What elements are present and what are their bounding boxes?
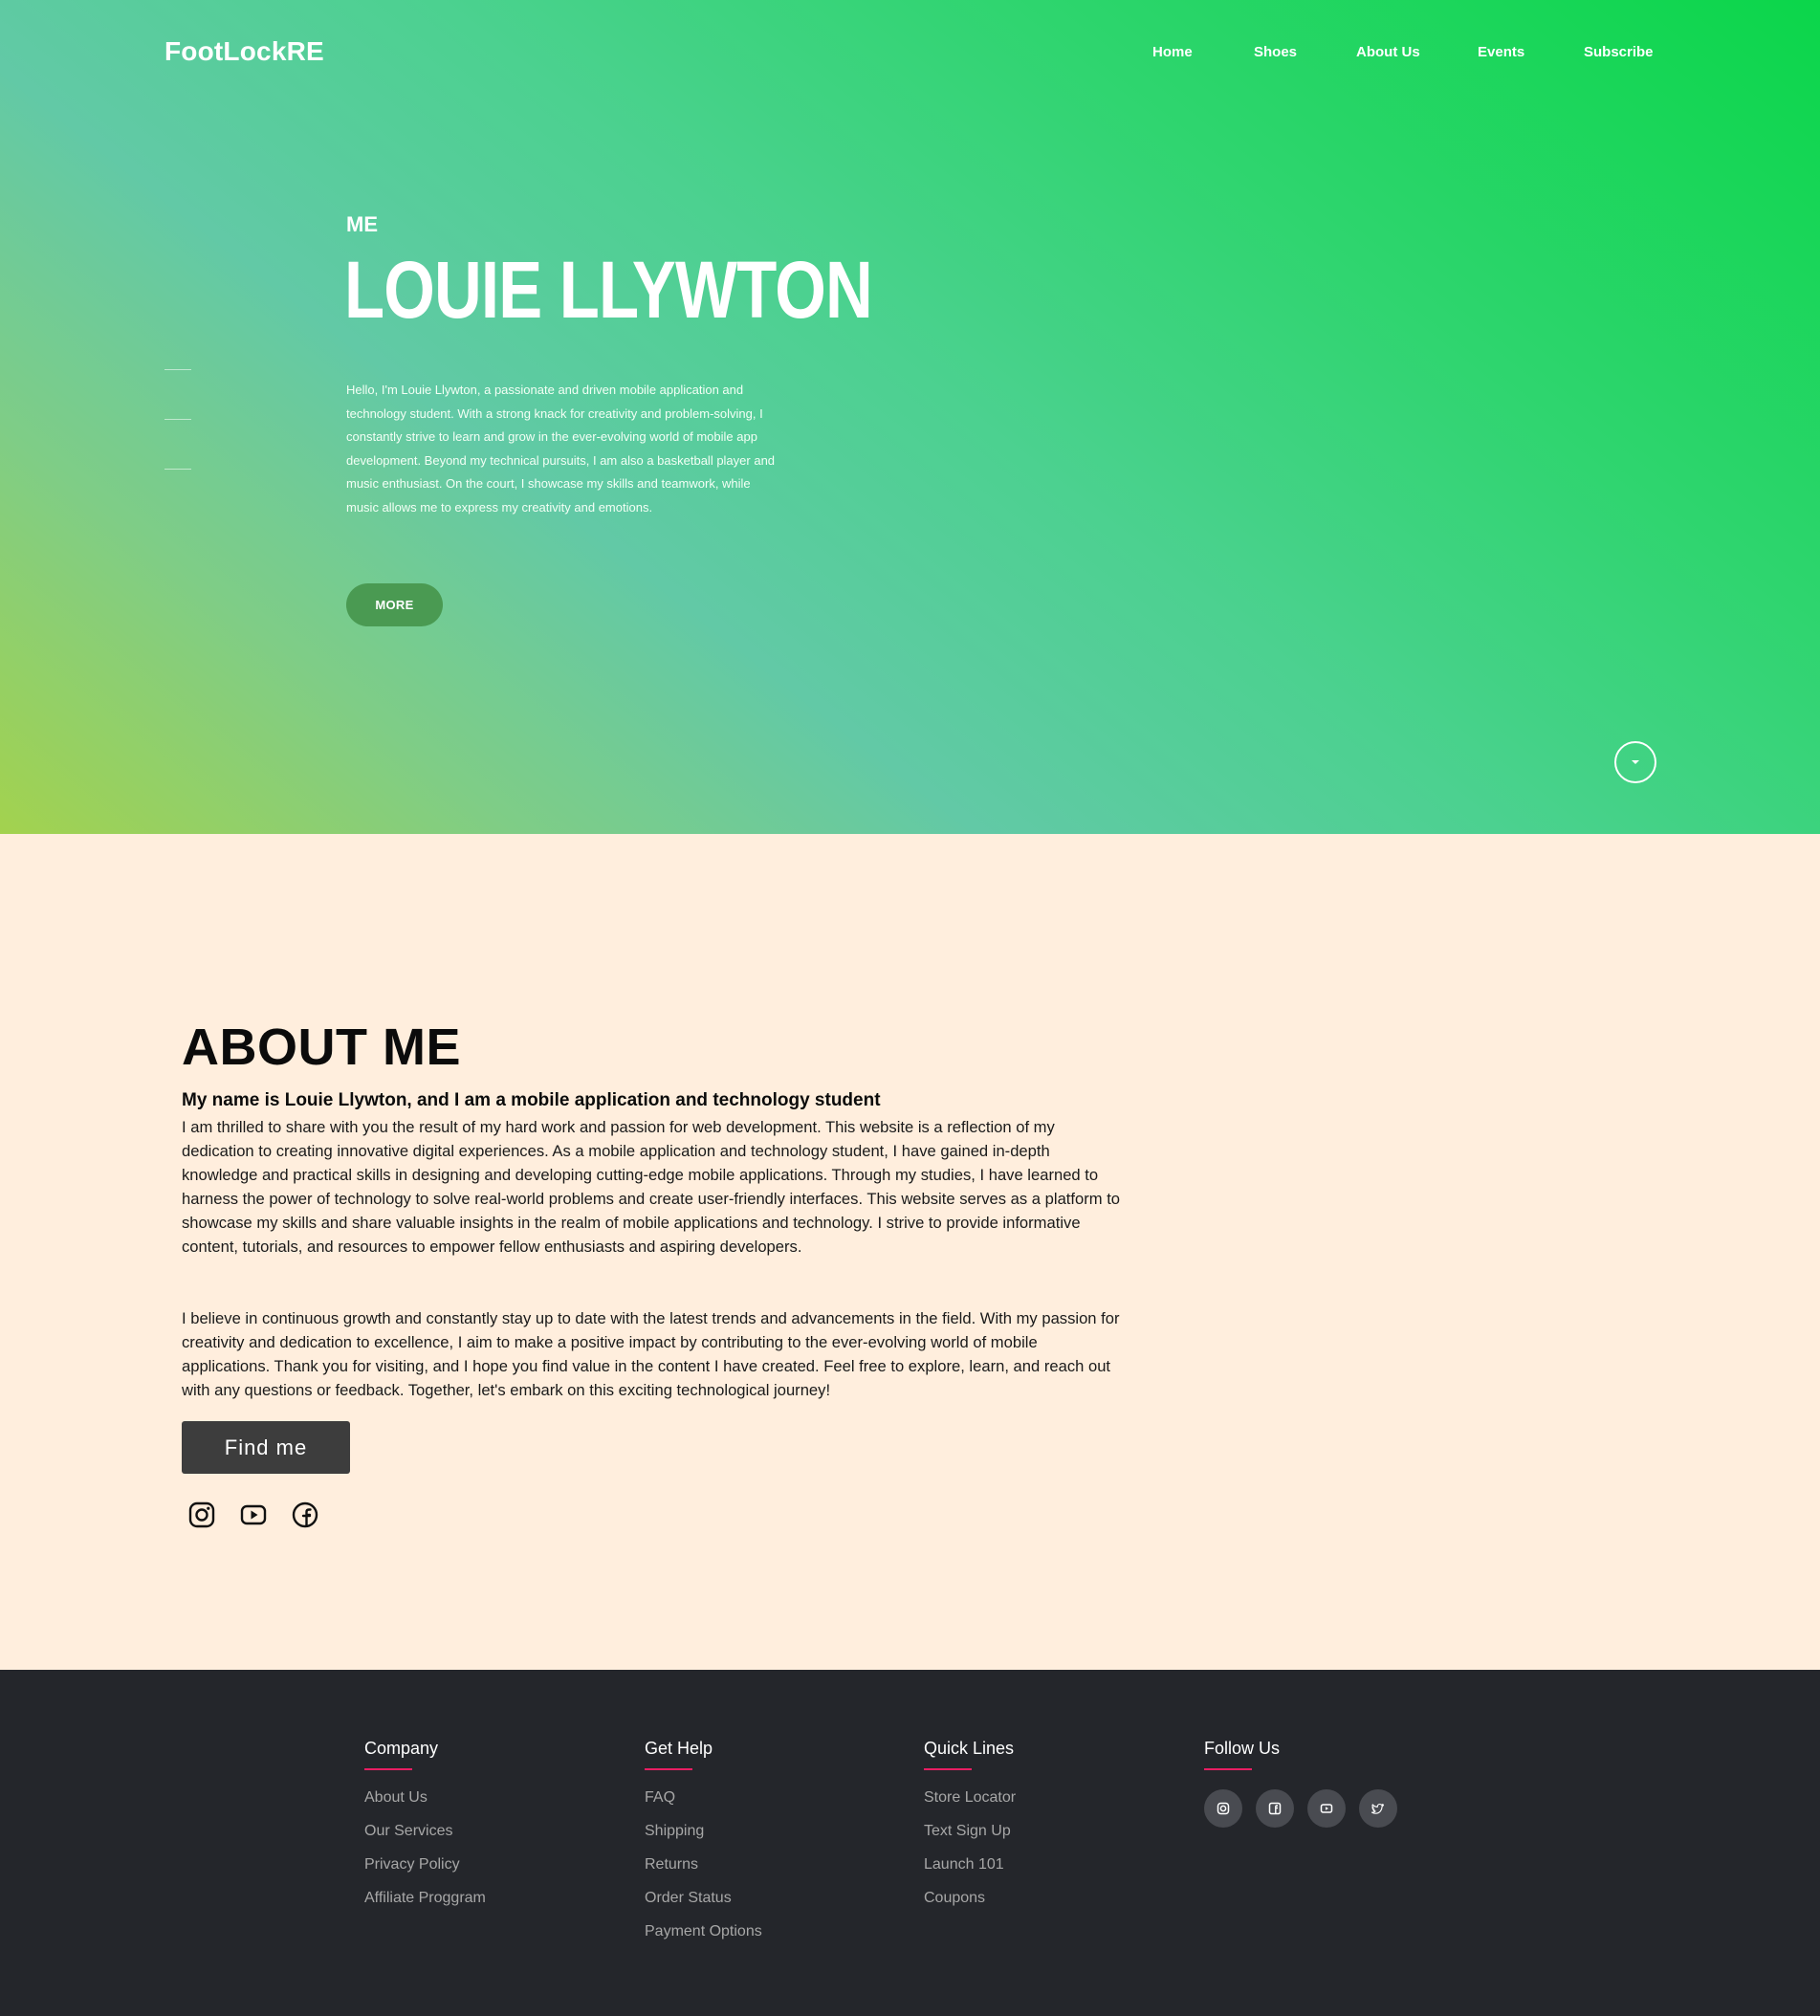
nav-about-us[interactable]: About Us <box>1356 44 1420 60</box>
about-paragraph-1: I am thrilled to share with you the resu… <box>182 1118 1121 1256</box>
footer-link-returns[interactable]: Returns <box>645 1856 762 1890</box>
chevron-down-icon <box>1631 754 1640 771</box>
slide-indicator[interactable] <box>164 419 191 420</box>
heading-underline <box>924 1768 972 1770</box>
footer-follow-column: Follow Us <box>1204 1739 1414 1828</box>
twitter-icon[interactable] <box>1359 1789 1397 1828</box>
site-footer: Company About Us Our Services Privacy Po… <box>0 1670 1820 2016</box>
hero-kicker: ME <box>346 212 378 236</box>
slide-indicator[interactable] <box>164 469 191 470</box>
footer-company-column: Company About Us Our Services Privacy Po… <box>364 1739 486 1923</box>
about-social-links <box>187 1501 340 1529</box>
heading-underline <box>1204 1768 1252 1770</box>
footer-link-coupons[interactable]: Coupons <box>924 1890 1016 1923</box>
footer-link-payment-options[interactable]: Payment Options <box>645 1923 762 1957</box>
footer-follow-heading: Follow Us <box>1204 1739 1281 1758</box>
footer-link-our-services[interactable]: Our Services <box>364 1823 486 1856</box>
footer-quick-heading: Quick Lines <box>924 1739 1015 1758</box>
about-paragraph-2: I believe in continuous growth and const… <box>182 1309 1120 1399</box>
nav-subscribe[interactable]: Subscribe <box>1584 44 1654 60</box>
about-subtitle: My name is Louie Llywton, and I am a mob… <box>182 1090 881 1110</box>
hero-section: FootLockRE Home Shoes About Us Events Su… <box>0 0 1820 834</box>
heading-underline <box>364 1768 412 1770</box>
footer-link-launch-101[interactable]: Launch 101 <box>924 1856 1016 1890</box>
footer-link-text-sign-up[interactable]: Text Sign Up <box>924 1823 1016 1856</box>
find-me-button[interactable]: Find me <box>182 1421 350 1474</box>
more-button[interactable]: MORE <box>346 583 443 626</box>
instagram-icon[interactable] <box>187 1501 216 1529</box>
youtube-icon[interactable] <box>239 1501 268 1529</box>
youtube-icon[interactable] <box>1307 1789 1346 1828</box>
nav-shoes[interactable]: Shoes <box>1254 44 1297 60</box>
hero-description: Hello, I'm Louie Llywton, a passionate a… <box>346 383 776 515</box>
footer-link-affiliate-program[interactable]: Affiliate Proggram <box>364 1890 486 1923</box>
hero-title: LOUIE LLYWTON <box>344 245 873 335</box>
footer-link-shipping[interactable]: Shipping <box>645 1823 762 1856</box>
footer-company-heading: Company <box>364 1739 439 1758</box>
scroll-down-button[interactable] <box>1614 741 1656 783</box>
facebook-icon[interactable] <box>291 1501 319 1529</box>
nav-home[interactable]: Home <box>1152 44 1193 60</box>
footer-link-privacy-policy[interactable]: Privacy Policy <box>364 1856 486 1890</box>
instagram-icon[interactable] <box>1204 1789 1242 1828</box>
footer-link-store-locator[interactable]: Store Locator <box>924 1789 1016 1823</box>
footer-link-order-status[interactable]: Order Status <box>645 1890 762 1923</box>
footer-link-about-us[interactable]: About Us <box>364 1789 486 1823</box>
about-title: ABOUT ME <box>182 1019 461 1076</box>
slide-indicator[interactable] <box>164 369 191 370</box>
heading-underline <box>645 1768 692 1770</box>
footer-help-heading: Get Help <box>645 1739 713 1758</box>
main-nav: Home Shoes About Us Events Subscribe <box>0 44 1820 63</box>
footer-help-column: Get Help FAQ Shipping Returns Order Stat… <box>645 1739 762 1957</box>
footer-quick-column: Quick Lines Store Locator Text Sign Up L… <box>924 1739 1016 1923</box>
footer-social-links <box>1204 1789 1414 1828</box>
facebook-icon[interactable] <box>1256 1789 1294 1828</box>
nav-events[interactable]: Events <box>1478 44 1524 60</box>
about-section: ABOUT ME My name is Louie Llywton, and I… <box>0 834 1820 1670</box>
footer-link-faq[interactable]: FAQ <box>645 1789 762 1823</box>
